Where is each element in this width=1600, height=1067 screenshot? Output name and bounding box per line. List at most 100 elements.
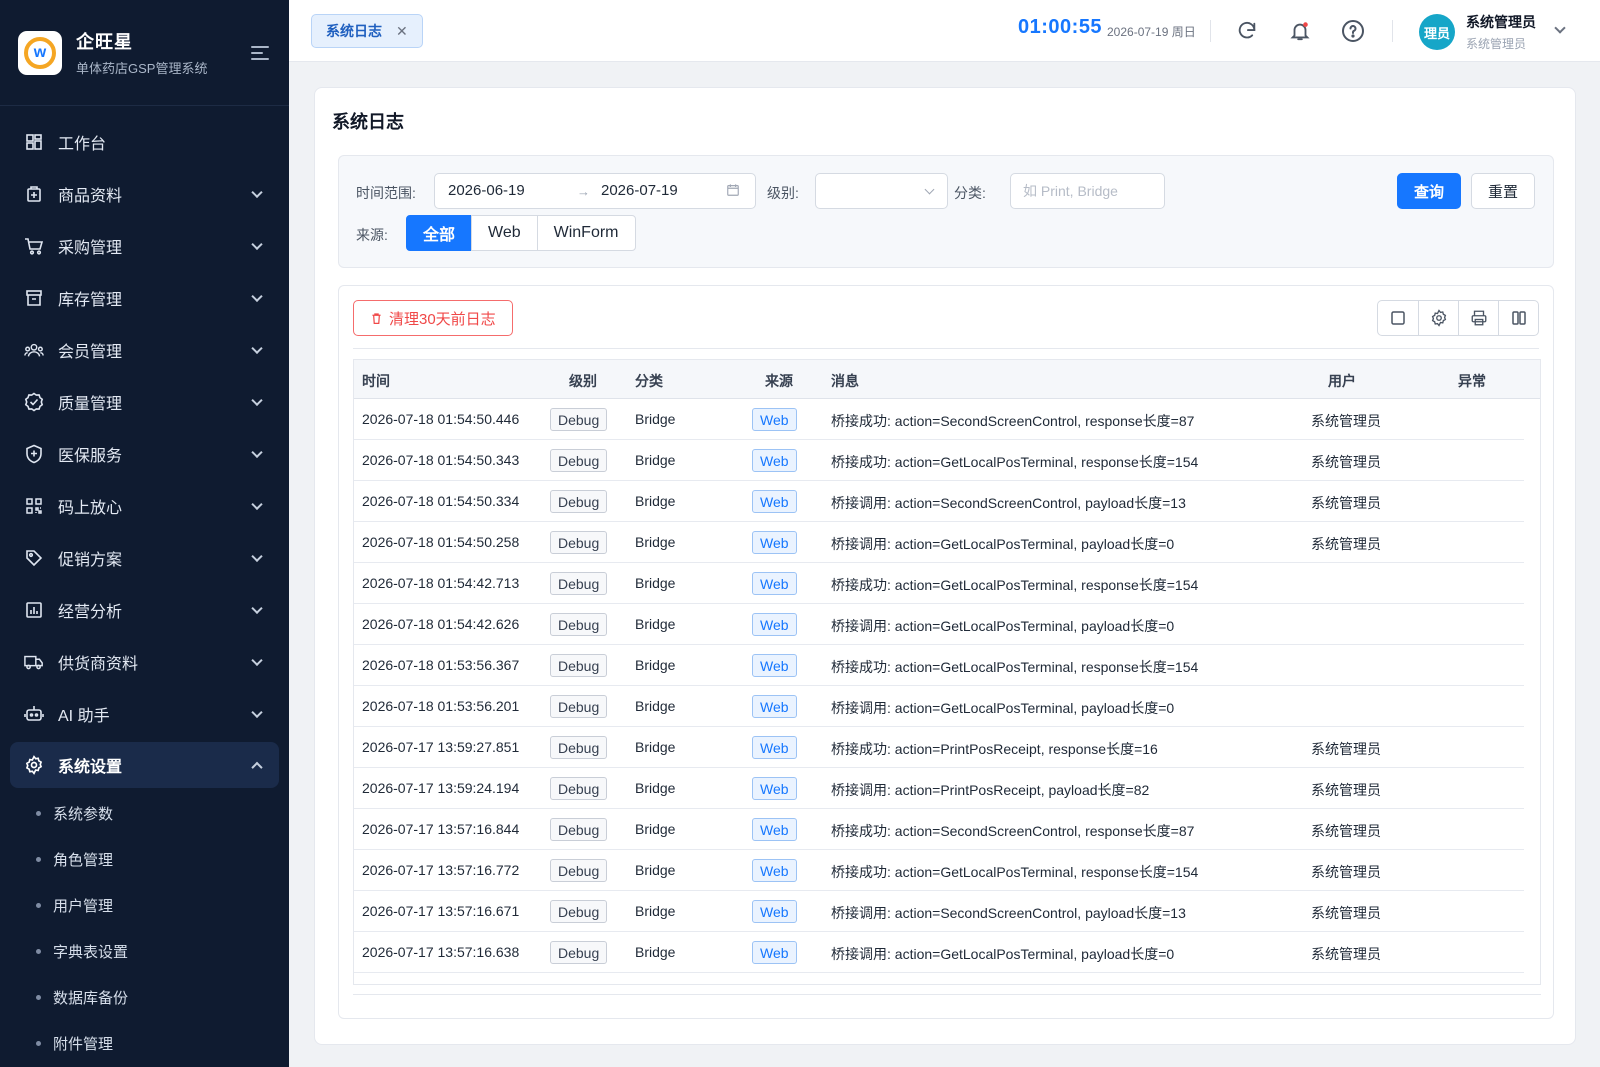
sidebar-item-6[interactable]: 医保服务 (0, 428, 289, 480)
table-row[interactable]: 2026-07-18 01:54:50.334 Debug Bridge Web 桥接调… (354, 481, 1524, 522)
submenu-item-0[interactable]: 系统参数 (0, 790, 289, 836)
bullet-dot-icon (36, 856, 41, 862)
clear-old-logs-button[interactable]: 清理30天前日志 (353, 300, 513, 336)
query-button[interactable]: 查询 (1397, 173, 1461, 209)
print-icon[interactable] (1458, 301, 1498, 335)
sidebar-item-11[interactable]: AI 助手 (0, 688, 289, 740)
chevron-down-icon (924, 184, 935, 195)
level-select[interactable] (815, 173, 948, 209)
sidebar-item-2[interactable]: 采购管理 (0, 220, 289, 272)
submenu-item-4[interactable]: 数据库备份 (0, 974, 289, 1020)
chevron-down-icon[interactable] (1554, 22, 1566, 34)
cell-user: 系统管理员 (1311, 495, 1381, 511)
level-badge: Debug (550, 818, 608, 841)
submenu-item-2[interactable]: 用户管理 (0, 882, 289, 928)
submenu-item-3[interactable]: 字典表设置 (0, 928, 289, 974)
sidebar-item-label: 经营分析 (58, 604, 123, 621)
sidebar-item-9[interactable]: 经营分析 (0, 584, 289, 636)
cell-user: 系统管理员 (1311, 413, 1381, 429)
chart-icon (24, 600, 44, 620)
sidebar-item-3[interactable]: 库存管理 (0, 272, 289, 324)
cell-time: 2026-07-18 01:54:50.334 (362, 493, 520, 509)
fullscreen-icon[interactable] (1378, 301, 1418, 335)
sidebar-item-0[interactable]: 工作台 (0, 116, 289, 168)
cell-time: 2026-07-17 13:57:16.671 (362, 903, 520, 919)
source-option-all[interactable]: 全部 (406, 215, 473, 251)
category-input[interactable] (1010, 173, 1165, 209)
sidebar-item-1[interactable]: 商品资料 (0, 168, 289, 220)
column-header-category[interactable]: 分类 (635, 371, 663, 391)
table-row[interactable]: 2026-07-18 01:54:50.343 Debug Bridge Web 桥接成… (354, 440, 1524, 481)
chevron-up-icon (251, 761, 263, 774)
table-row[interactable]: 2026-07-18 01:54:42.713 Debug Bridge Web 桥接成… (354, 563, 1524, 604)
level-badge: Debug (550, 449, 608, 472)
level-badge: Debug (550, 408, 608, 431)
sidebar-item-label: 促销方案 (58, 552, 123, 569)
table-row[interactable]: 2026-07-17 13:59:27.851 Debug Bridge Web 桥接成… (354, 727, 1524, 768)
table-row[interactable]: 2026-07-18 01:53:56.367 Debug Bridge Web 桥接成… (354, 645, 1524, 686)
source-option-winform[interactable]: WinForm (536, 215, 636, 251)
sidebar-item-7[interactable]: 码上放心 (0, 480, 289, 532)
quality-icon (24, 392, 44, 412)
column-header-message[interactable]: 消息 (831, 371, 859, 391)
chevron-down-icon (251, 446, 263, 459)
calendar-icon[interactable] (726, 183, 740, 201)
table-row[interactable]: 2026-07-17 13:57:16.844 Debug Bridge Web 桥接成… (354, 809, 1524, 850)
cell-time: 2026-07-18 01:53:56.201 (362, 698, 520, 714)
sidebar-item-10[interactable]: 供货商资料 (0, 636, 289, 688)
date-end[interactable]: 2026-07-19 (601, 182, 678, 199)
cell-category: Bridge (635, 903, 676, 919)
column-header-source[interactable]: 来源 (765, 371, 793, 391)
column-header-time[interactable]: 时间 (362, 371, 390, 391)
horizontal-scrollbar[interactable] (353, 994, 1541, 995)
table-row[interactable]: 2026-07-18 01:54:50.258 Debug Bridge Web 桥接调… (354, 522, 1524, 563)
date-start[interactable]: 2026-06-19 (448, 182, 525, 199)
submenu-item-5[interactable]: 附件管理 (0, 1020, 289, 1066)
user-name[interactable]: 系统管理员 (1466, 12, 1536, 32)
column-header-user[interactable]: 用户 (1328, 371, 1356, 391)
robot-icon (24, 704, 44, 724)
sidebar-item-4[interactable]: 会员管理 (0, 324, 289, 376)
table-row[interactable]: 2026-07-18 01:54:42.626 Debug Bridge Web 桥接调… (354, 604, 1524, 645)
submenu-item-1[interactable]: 角色管理 (0, 836, 289, 882)
refresh-icon[interactable] (1234, 18, 1260, 44)
sidebar-item-12[interactable]: 系统设置 (10, 742, 279, 788)
divider (1210, 20, 1211, 42)
shield-icon (24, 444, 44, 464)
sidebar-item-5[interactable]: 质量管理 (0, 376, 289, 428)
sidebar-item-8[interactable]: 促销方案 (0, 532, 289, 584)
chevron-down-icon (251, 342, 263, 355)
reset-button[interactable]: 重置 (1471, 173, 1535, 209)
date-range-picker[interactable]: 2026-06-19 → 2026-07-19 (434, 173, 756, 209)
menu-collapse-icon[interactable] (251, 45, 271, 61)
bell-icon[interactable] (1287, 18, 1313, 44)
table-row[interactable]: 2026-07-17 13:57:16.772 Debug Bridge Web 桥接成… (354, 850, 1524, 891)
columns-icon[interactable] (1498, 301, 1538, 335)
sidebar-item-label: 系统设置 (58, 759, 123, 776)
time-range-label: 时间范围: (356, 185, 416, 201)
table-row[interactable]: 2026-07-18 01:53:56.201 Debug Bridge Web 桥接调… (354, 686, 1524, 727)
tab-label: 系统日志 (326, 23, 382, 39)
table-row[interactable]: 2026-07-17 13:59:24.194 Debug Bridge Web 桥接调… (354, 768, 1524, 809)
tab-system-log[interactable]: 系统日志 ✕ (311, 14, 423, 48)
help-icon[interactable] (1340, 18, 1366, 44)
arrow-right-icon: → (577, 184, 590, 199)
table-row[interactable]: 2026-07-18 01:54:50.446 Debug Bridge Web 桥接成… (354, 399, 1524, 440)
tag-icon (24, 548, 44, 568)
cell-time: 2026-07-18 01:54:50.343 (362, 452, 520, 468)
settings-icon[interactable] (1418, 301, 1458, 335)
level-badge: Debug (550, 654, 608, 677)
close-icon[interactable]: ✕ (396, 23, 408, 40)
bullet-dot-icon (36, 994, 41, 1000)
avatar[interactable]: 理员 (1419, 14, 1455, 50)
column-header-exception[interactable]: 异常 (1458, 371, 1486, 391)
table-row[interactable]: 2026-07-17 13:57:16.638 Debug Bridge Web 桥接调… (354, 932, 1524, 973)
cell-category: Bridge (635, 616, 676, 632)
column-header-level[interactable]: 级别 (569, 371, 597, 391)
brand-name: 企旺星 (76, 32, 133, 52)
source-option-web[interactable]: Web (471, 215, 538, 251)
level-badge: Debug (550, 777, 608, 800)
table-row[interactable]: 2026-07-17 13:57:16.671 Debug Bridge Web 桥接调… (354, 891, 1524, 932)
cell-message: 桥接成功: action=GetLocalPosTerminal, respon… (831, 454, 1199, 470)
brand-subtitle: 单体药店GSP管理系统 (76, 61, 208, 76)
